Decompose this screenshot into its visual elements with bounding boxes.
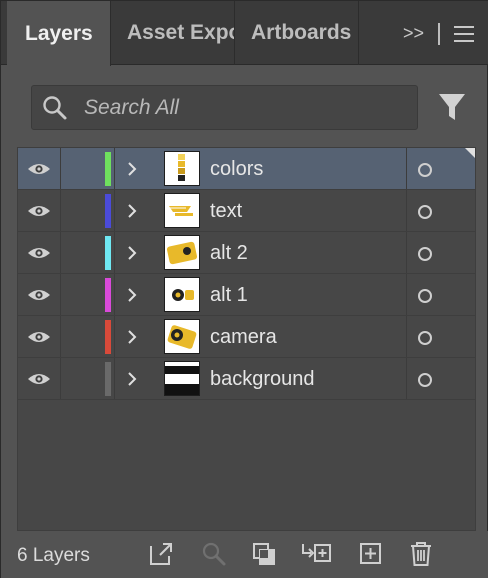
column-divider	[60, 274, 61, 315]
chevron-right-icon[interactable]	[126, 371, 138, 387]
chevron-right-icon[interactable]	[126, 329, 138, 345]
new-sublayer-icon[interactable]	[301, 540, 333, 568]
eye-icon[interactable]	[27, 372, 51, 386]
layer-color-swatch	[105, 152, 111, 186]
layer-thumbnail	[164, 193, 200, 228]
column-divider	[60, 232, 61, 273]
search-icon[interactable]	[42, 95, 68, 121]
new-layer-icon[interactable]	[357, 540, 385, 568]
column-divider	[60, 358, 61, 399]
column-divider	[114, 316, 115, 357]
layer-thumbnail	[164, 235, 200, 270]
layer-color-swatch	[105, 278, 111, 312]
column-divider	[114, 358, 115, 399]
tab-artboards[interactable]: Artboards	[235, 1, 359, 65]
eye-icon[interactable]	[27, 246, 51, 260]
layer-name[interactable]: colors	[210, 158, 263, 181]
chevron-right-icon[interactable]	[126, 203, 138, 219]
column-divider	[60, 148, 61, 189]
eye-icon[interactable]	[27, 204, 51, 218]
tab-bar: Layers Asset Expo Artboards >>	[1, 1, 488, 66]
layer-name[interactable]: camera	[210, 326, 277, 349]
column-divider	[60, 190, 61, 231]
layer-row-colors[interactable]: colors	[18, 148, 475, 190]
layer-name[interactable]: background	[210, 368, 315, 391]
chevron-right-icon[interactable]	[126, 287, 138, 303]
layer-row-camera[interactable]: camera	[18, 316, 475, 358]
layer-color-swatch	[105, 362, 111, 396]
layer-color-swatch	[105, 194, 111, 228]
search-input[interactable]	[84, 86, 404, 129]
column-divider	[406, 358, 407, 399]
tab-label: Layers	[25, 21, 93, 45]
layer-thumbnail	[164, 277, 200, 312]
layer-name[interactable]: text	[210, 200, 242, 223]
column-divider	[114, 274, 115, 315]
target-circle-icon[interactable]	[418, 289, 432, 303]
layer-row-background[interactable]: background	[18, 358, 475, 400]
layer-row-alt-1[interactable]: alt 1	[18, 274, 475, 316]
column-divider	[406, 148, 407, 189]
layer-color-swatch	[105, 320, 111, 354]
export-icon[interactable]	[147, 540, 175, 568]
chevron-right-icon[interactable]	[126, 245, 138, 261]
layer-thumbnail	[164, 319, 200, 354]
layer-thumbnail	[164, 151, 200, 186]
target-circle-icon[interactable]	[418, 373, 432, 387]
column-divider	[114, 232, 115, 273]
layer-count: 6 Layers	[17, 545, 90, 566]
column-divider	[60, 316, 61, 357]
layer-row-text[interactable]: text	[18, 190, 475, 232]
target-circle-icon[interactable]	[418, 205, 432, 219]
column-divider	[406, 274, 407, 315]
eye-icon[interactable]	[27, 288, 51, 302]
tab-divider	[438, 23, 440, 45]
tab-overflow-button[interactable]: >>	[403, 23, 424, 44]
layer-list: colors text alt 2 alt 1 camera backgroun…	[17, 147, 476, 531]
eye-icon[interactable]	[27, 162, 51, 176]
column-divider	[406, 232, 407, 273]
filter-icon[interactable]	[437, 92, 467, 122]
panel-footer: 6 Layers	[1, 531, 488, 578]
layer-thumbnail	[164, 361, 200, 396]
panel-menu-icon[interactable]	[454, 26, 474, 42]
trash-icon[interactable]	[407, 540, 435, 568]
target-circle-icon[interactable]	[418, 247, 432, 261]
clipping-mask-icon[interactable]	[250, 540, 278, 568]
column-divider	[406, 316, 407, 357]
tab-label: Asset Expo	[127, 21, 234, 44]
locate-object-icon[interactable]	[200, 540, 228, 568]
target-circle-icon[interactable]	[418, 331, 432, 345]
layer-row-alt-2[interactable]: alt 2	[18, 232, 475, 274]
layer-name[interactable]: alt 2	[210, 242, 248, 265]
selection-indicator	[465, 148, 475, 158]
layers-panel: Layers Asset Expo Artboards >> Search Al…	[0, 0, 488, 578]
layer-color-swatch	[105, 236, 111, 270]
column-divider	[406, 190, 407, 231]
layer-name[interactable]: alt 1	[210, 284, 248, 307]
target-circle-icon[interactable]	[418, 163, 432, 177]
chevron-right-icon[interactable]	[126, 161, 138, 177]
column-divider	[114, 190, 115, 231]
tab-asset-export[interactable]: Asset Expo	[111, 1, 235, 65]
column-divider	[114, 148, 115, 189]
eye-icon[interactable]	[27, 330, 51, 344]
tab-layers[interactable]: Layers	[7, 1, 111, 66]
tab-label: Artboards	[251, 21, 352, 44]
search-box	[31, 85, 418, 130]
